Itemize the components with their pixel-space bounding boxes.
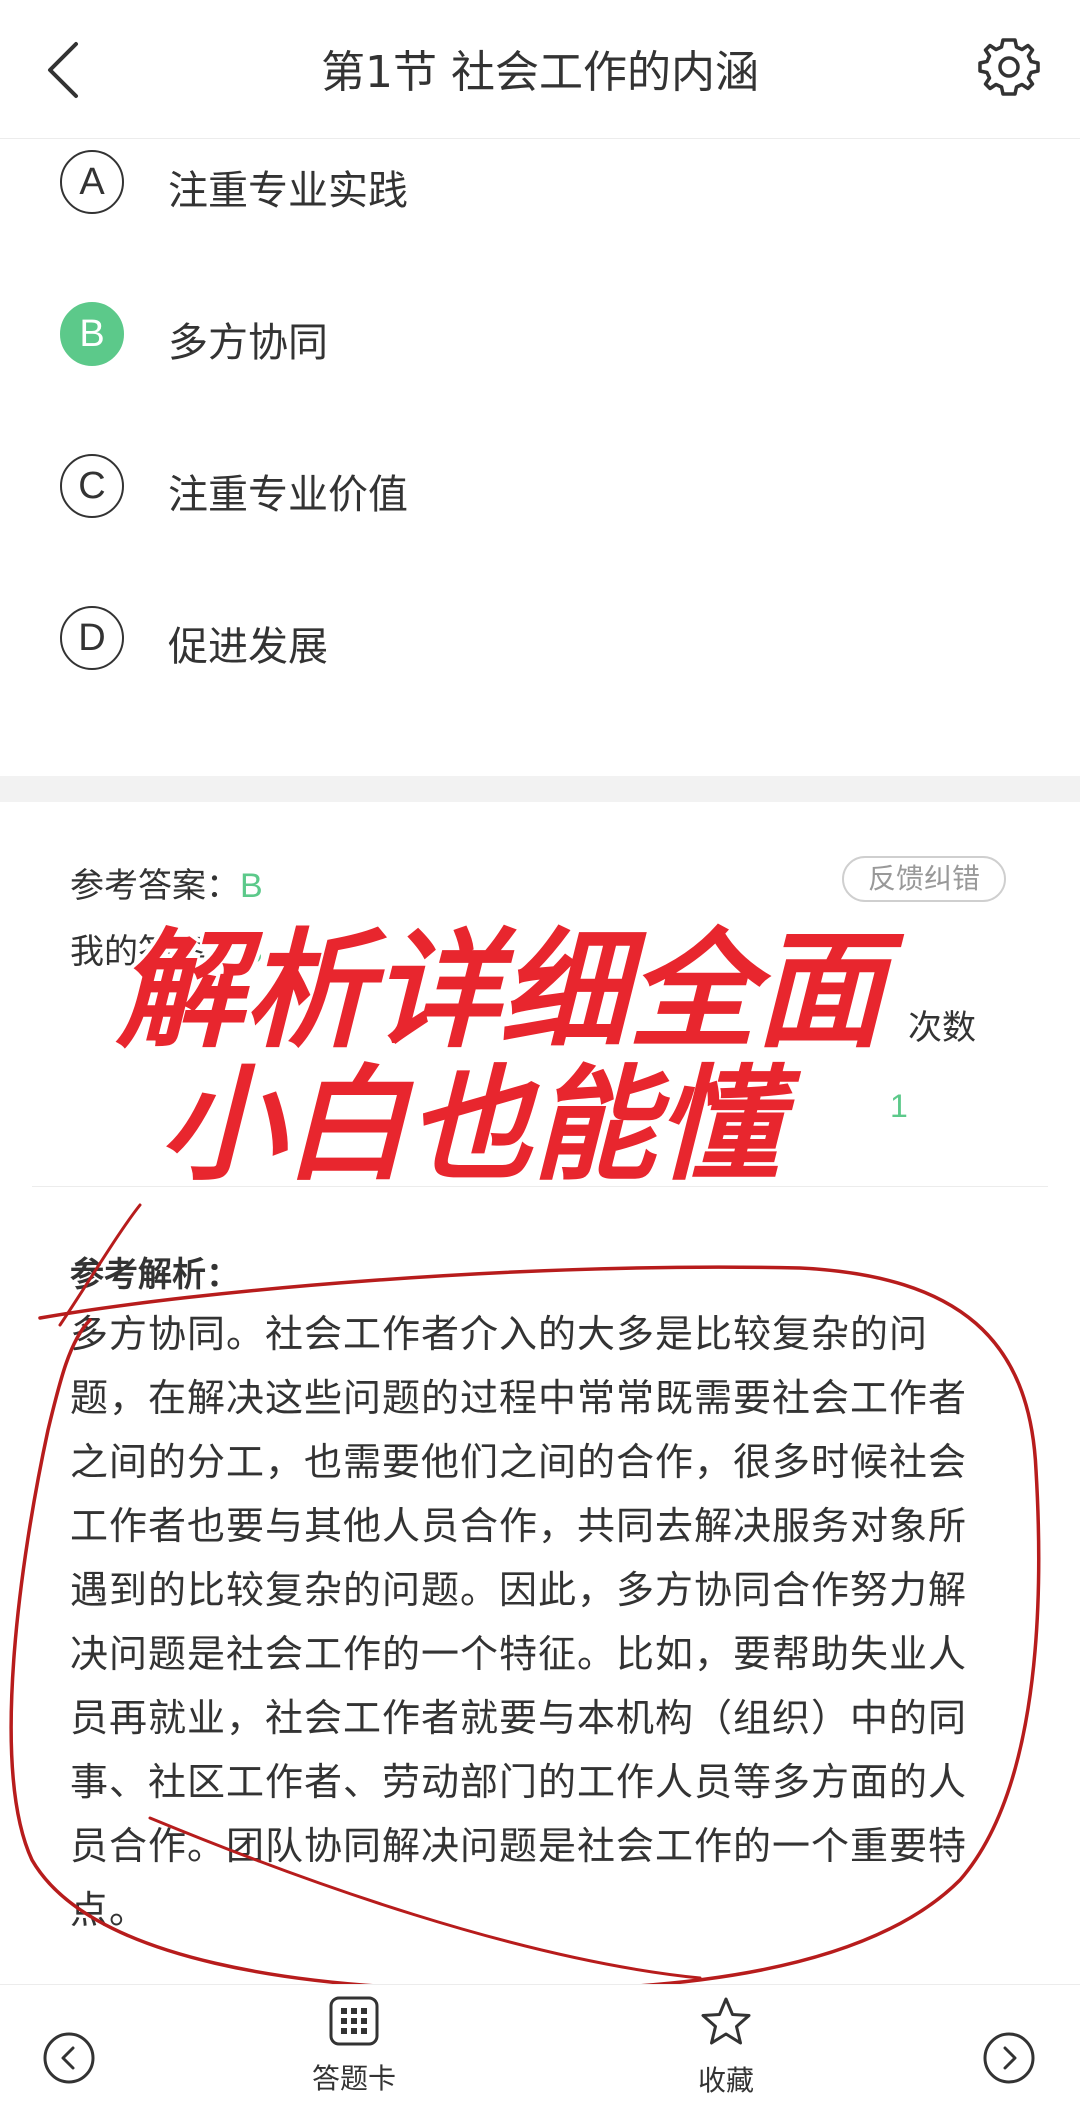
option-b[interactable]: B 多方协同 (60, 298, 1020, 378)
grid-icon (329, 1996, 379, 2046)
gear-icon[interactable] (978, 36, 1040, 98)
option-c[interactable]: C 注重专业价值 (60, 450, 1020, 530)
reference-answer: 参考答案：B (70, 858, 263, 907)
feedback-button[interactable]: 反馈纠错 (842, 856, 1006, 902)
option-c-label: 注重专业价值 (168, 472, 408, 518)
reference-answer-label: 参考答案： (70, 866, 240, 906)
option-b-circle-selected: B (60, 302, 124, 366)
overlay-text-line1: 解析详细全面 (115, 917, 884, 1066)
option-a-circle: A (60, 150, 124, 214)
option-d-label: 促进发展 (168, 624, 328, 670)
star-icon (701, 1997, 751, 2045)
favorite-button[interactable]: 收藏 (646, 1995, 806, 2099)
bottom-toolbar: 答题卡 收藏 (0, 1984, 1080, 2122)
option-a[interactable]: A 注重专业实践 (60, 146, 1020, 226)
option-c-circle: C (60, 454, 124, 518)
analysis-text: 多方协同。社会工作者介入的大多是比较复杂的问题，在解决这些问题的过程中常常既需要… (70, 1312, 968, 1932)
page-title: 第1节 社会工作的内涵 (321, 47, 759, 98)
section-divider (0, 776, 1080, 802)
option-a-label: 注重专业实践 (168, 168, 408, 214)
top-bar: 第1节 社会工作的内涵 (0, 0, 1080, 139)
reference-answer-value: B (240, 867, 263, 905)
answer-card-button[interactable]: 答题卡 (274, 1995, 434, 2097)
option-b-label: 多方协同 (168, 320, 328, 366)
previous-question-icon[interactable] (42, 2031, 96, 2085)
analysis-title: 参考解析： (70, 1255, 240, 1295)
option-d-circle: D (60, 606, 124, 670)
option-d[interactable]: D 促进发展 (60, 602, 1020, 682)
favorite-label: 收藏 (697, 2064, 754, 2097)
answer-card-label: 答题卡 (311, 2062, 396, 2095)
overlay-text-line2: 小白也能懂 (159, 1054, 780, 1198)
next-question-icon[interactable] (982, 2031, 1036, 2085)
